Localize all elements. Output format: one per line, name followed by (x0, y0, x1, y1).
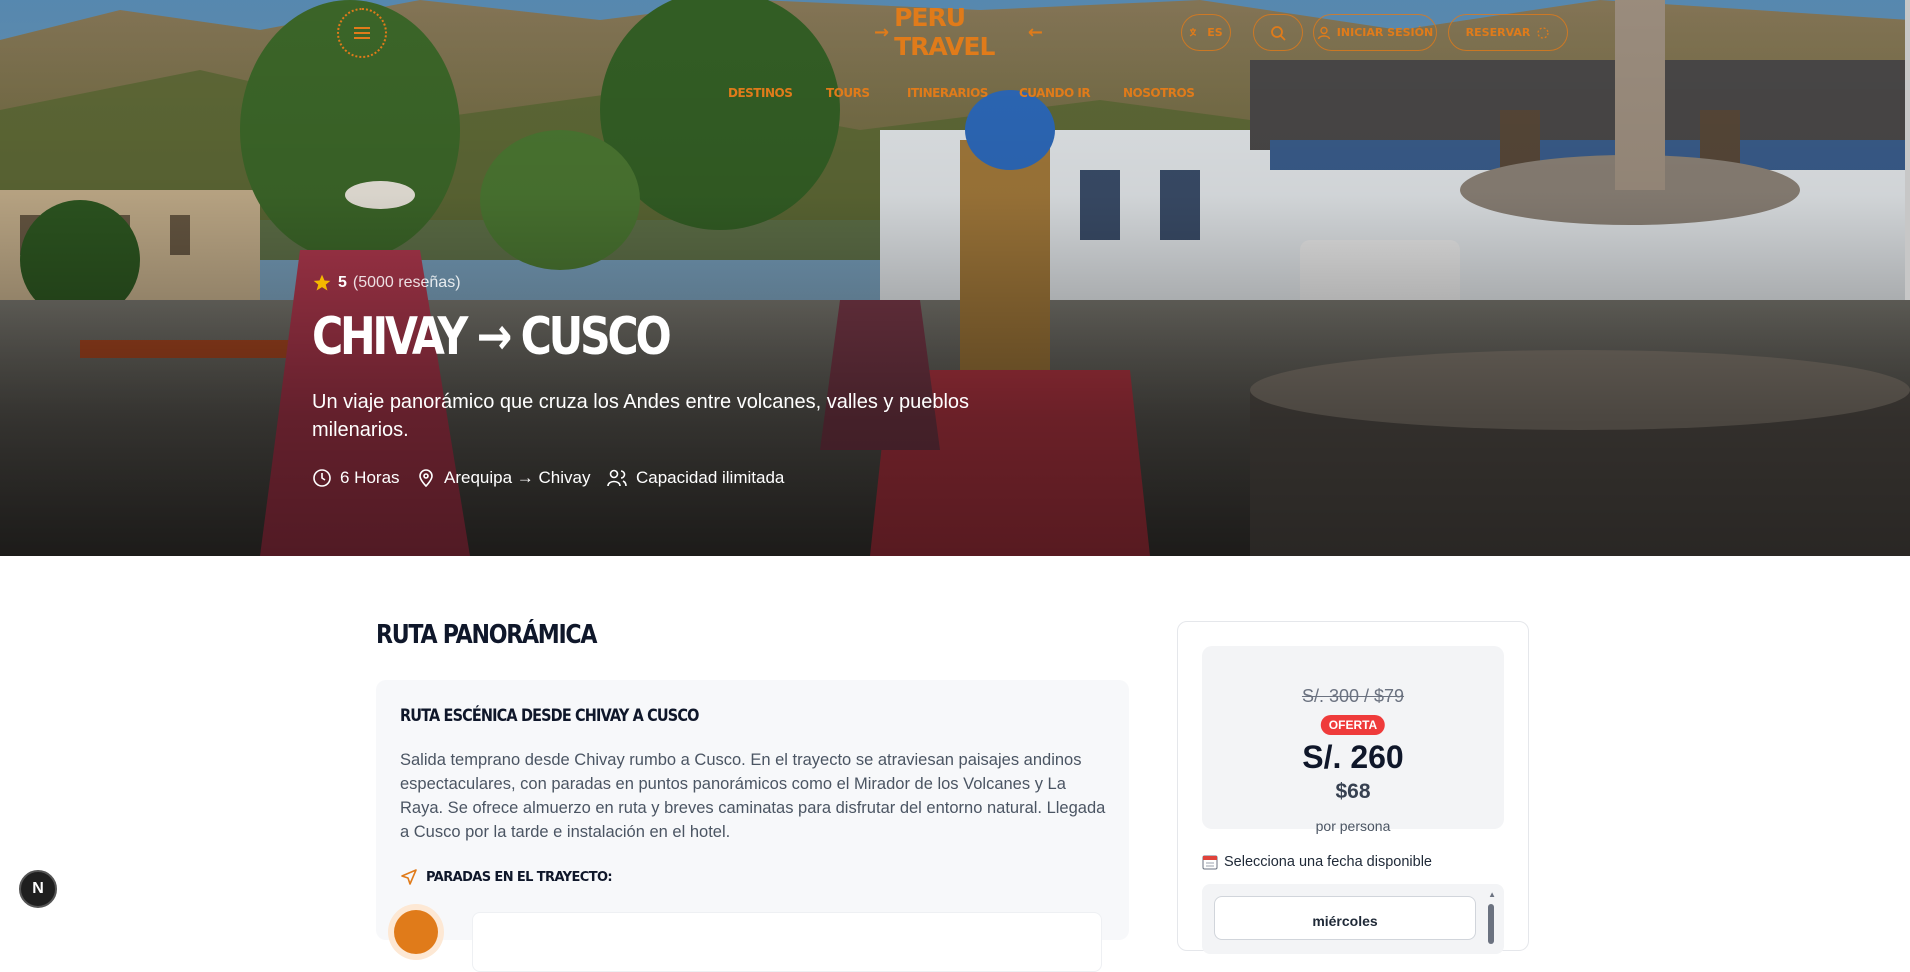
page-title: CHIVAY → CUSCO (312, 307, 672, 367)
brand-right-arrow: ← (1027, 21, 1043, 43)
user-icon (1317, 26, 1330, 39)
hero-overlay (0, 0, 1910, 556)
nav-nosotros[interactable]: NOSOTROS (1123, 86, 1195, 100)
per-person-label: por persona (1315, 818, 1391, 834)
clock-icon (313, 469, 331, 487)
calendar-icon (1202, 855, 1218, 870)
section-title: RUTA PANORÁMICA (376, 620, 597, 650)
login-label: INICIAR SESIÓN (1336, 26, 1434, 39)
scroll-up-icon[interactable]: ▲ (1488, 890, 1496, 899)
language-button[interactable]: ES (1181, 14, 1231, 51)
nav-tours[interactable]: TOURS (826, 86, 870, 100)
old-price: S/. 300 / $79 (1301, 686, 1405, 706)
language-label: ES (1207, 26, 1223, 39)
offer-badge: OFERTA (1320, 715, 1386, 735)
menu-button[interactable] (337, 8, 387, 58)
hero-section: → PERU TRAVEL ← ES INICIAR SESIÓN RESERV… (0, 0, 1910, 556)
reserve-label: RESERVAR (1465, 26, 1531, 39)
nav-cuando-ir[interactable]: CUANDO IR (1019, 86, 1091, 100)
brand-logo[interactable]: → PERU TRAVEL ← (868, 3, 1048, 61)
hero-rating: 5 (5000 reseñas) (312, 273, 461, 293)
capacity-meta: Capacidad ilimitada (606, 468, 784, 488)
stop-item (472, 912, 1102, 972)
route-card: RUTA ESCÉNICA DESDE CHIVAY A CUSCO Salid… (376, 680, 1129, 972)
rating-value: 5 (338, 274, 347, 291)
price-usd: $68 (1335, 780, 1371, 803)
review-count: (5000 reseñas) (352, 274, 461, 291)
date-option[interactable]: miércoles (1214, 896, 1476, 940)
capacity-text: Capacidad ilimitada (636, 468, 785, 487)
price-pen: S/. 260 (1302, 739, 1404, 775)
sparkle-icon (1537, 26, 1549, 39)
search-icon (1271, 25, 1286, 41)
date-list-scrollbar[interactable] (1488, 904, 1494, 944)
brand-name: PERU TRAVEL (894, 3, 995, 61)
stop-marker (394, 910, 438, 954)
date-selector-label: Selecciona una fecha disponible (1202, 854, 1432, 870)
search-button[interactable] (1253, 14, 1303, 51)
hero-subtitle: Un viaje panorámico que cruza los Andes … (312, 391, 970, 441)
navigation-icon (401, 869, 417, 885)
duration-meta: 6 Horas (312, 468, 400, 488)
price-summary: S/. 300 / $79 OFERTA S/. 260 $68 por per… (1202, 646, 1504, 834)
star-icon (313, 274, 331, 291)
page-scrollbar[interactable] (1905, 0, 1910, 300)
translate-icon (1189, 27, 1197, 37)
hamburger-icon (354, 27, 370, 39)
stops-label: PARADAS EN EL TRAYECTO: (426, 869, 613, 885)
nav-destinos[interactable]: DESTINOS (728, 86, 793, 100)
stops-heading: PARADAS EN EL TRAYECTO: (400, 868, 613, 886)
nav-itinerarios[interactable]: ITINERARIOS (907, 86, 988, 100)
route-card-title: RUTA ESCÉNICA DESDE CHIVAY A CUSCO (400, 706, 699, 726)
brand-left-arrow: → (874, 21, 889, 43)
users-icon (607, 469, 627, 487)
route-meta: Arequipa → Chivay (416, 468, 590, 488)
reserve-button[interactable]: RESERVAR (1448, 14, 1568, 51)
map-pin-icon (419, 469, 433, 488)
date-label-text: Selecciona una fecha disponible (1224, 854, 1432, 870)
date-list[interactable]: miércoles ▲ (1202, 884, 1504, 954)
price-card: S/. 300 / $79 OFERTA S/. 260 $68 por per… (1177, 621, 1529, 954)
route-text: Arequipa → Chivay (444, 468, 591, 487)
floating-n-button[interactable]: N (19, 870, 57, 908)
login-button[interactable]: INICIAR SESIÓN (1313, 14, 1437, 51)
duration-text: 6 Horas (340, 468, 400, 487)
route-card-description: Salida temprano desde Chivay rumbo a Cus… (400, 751, 1106, 841)
